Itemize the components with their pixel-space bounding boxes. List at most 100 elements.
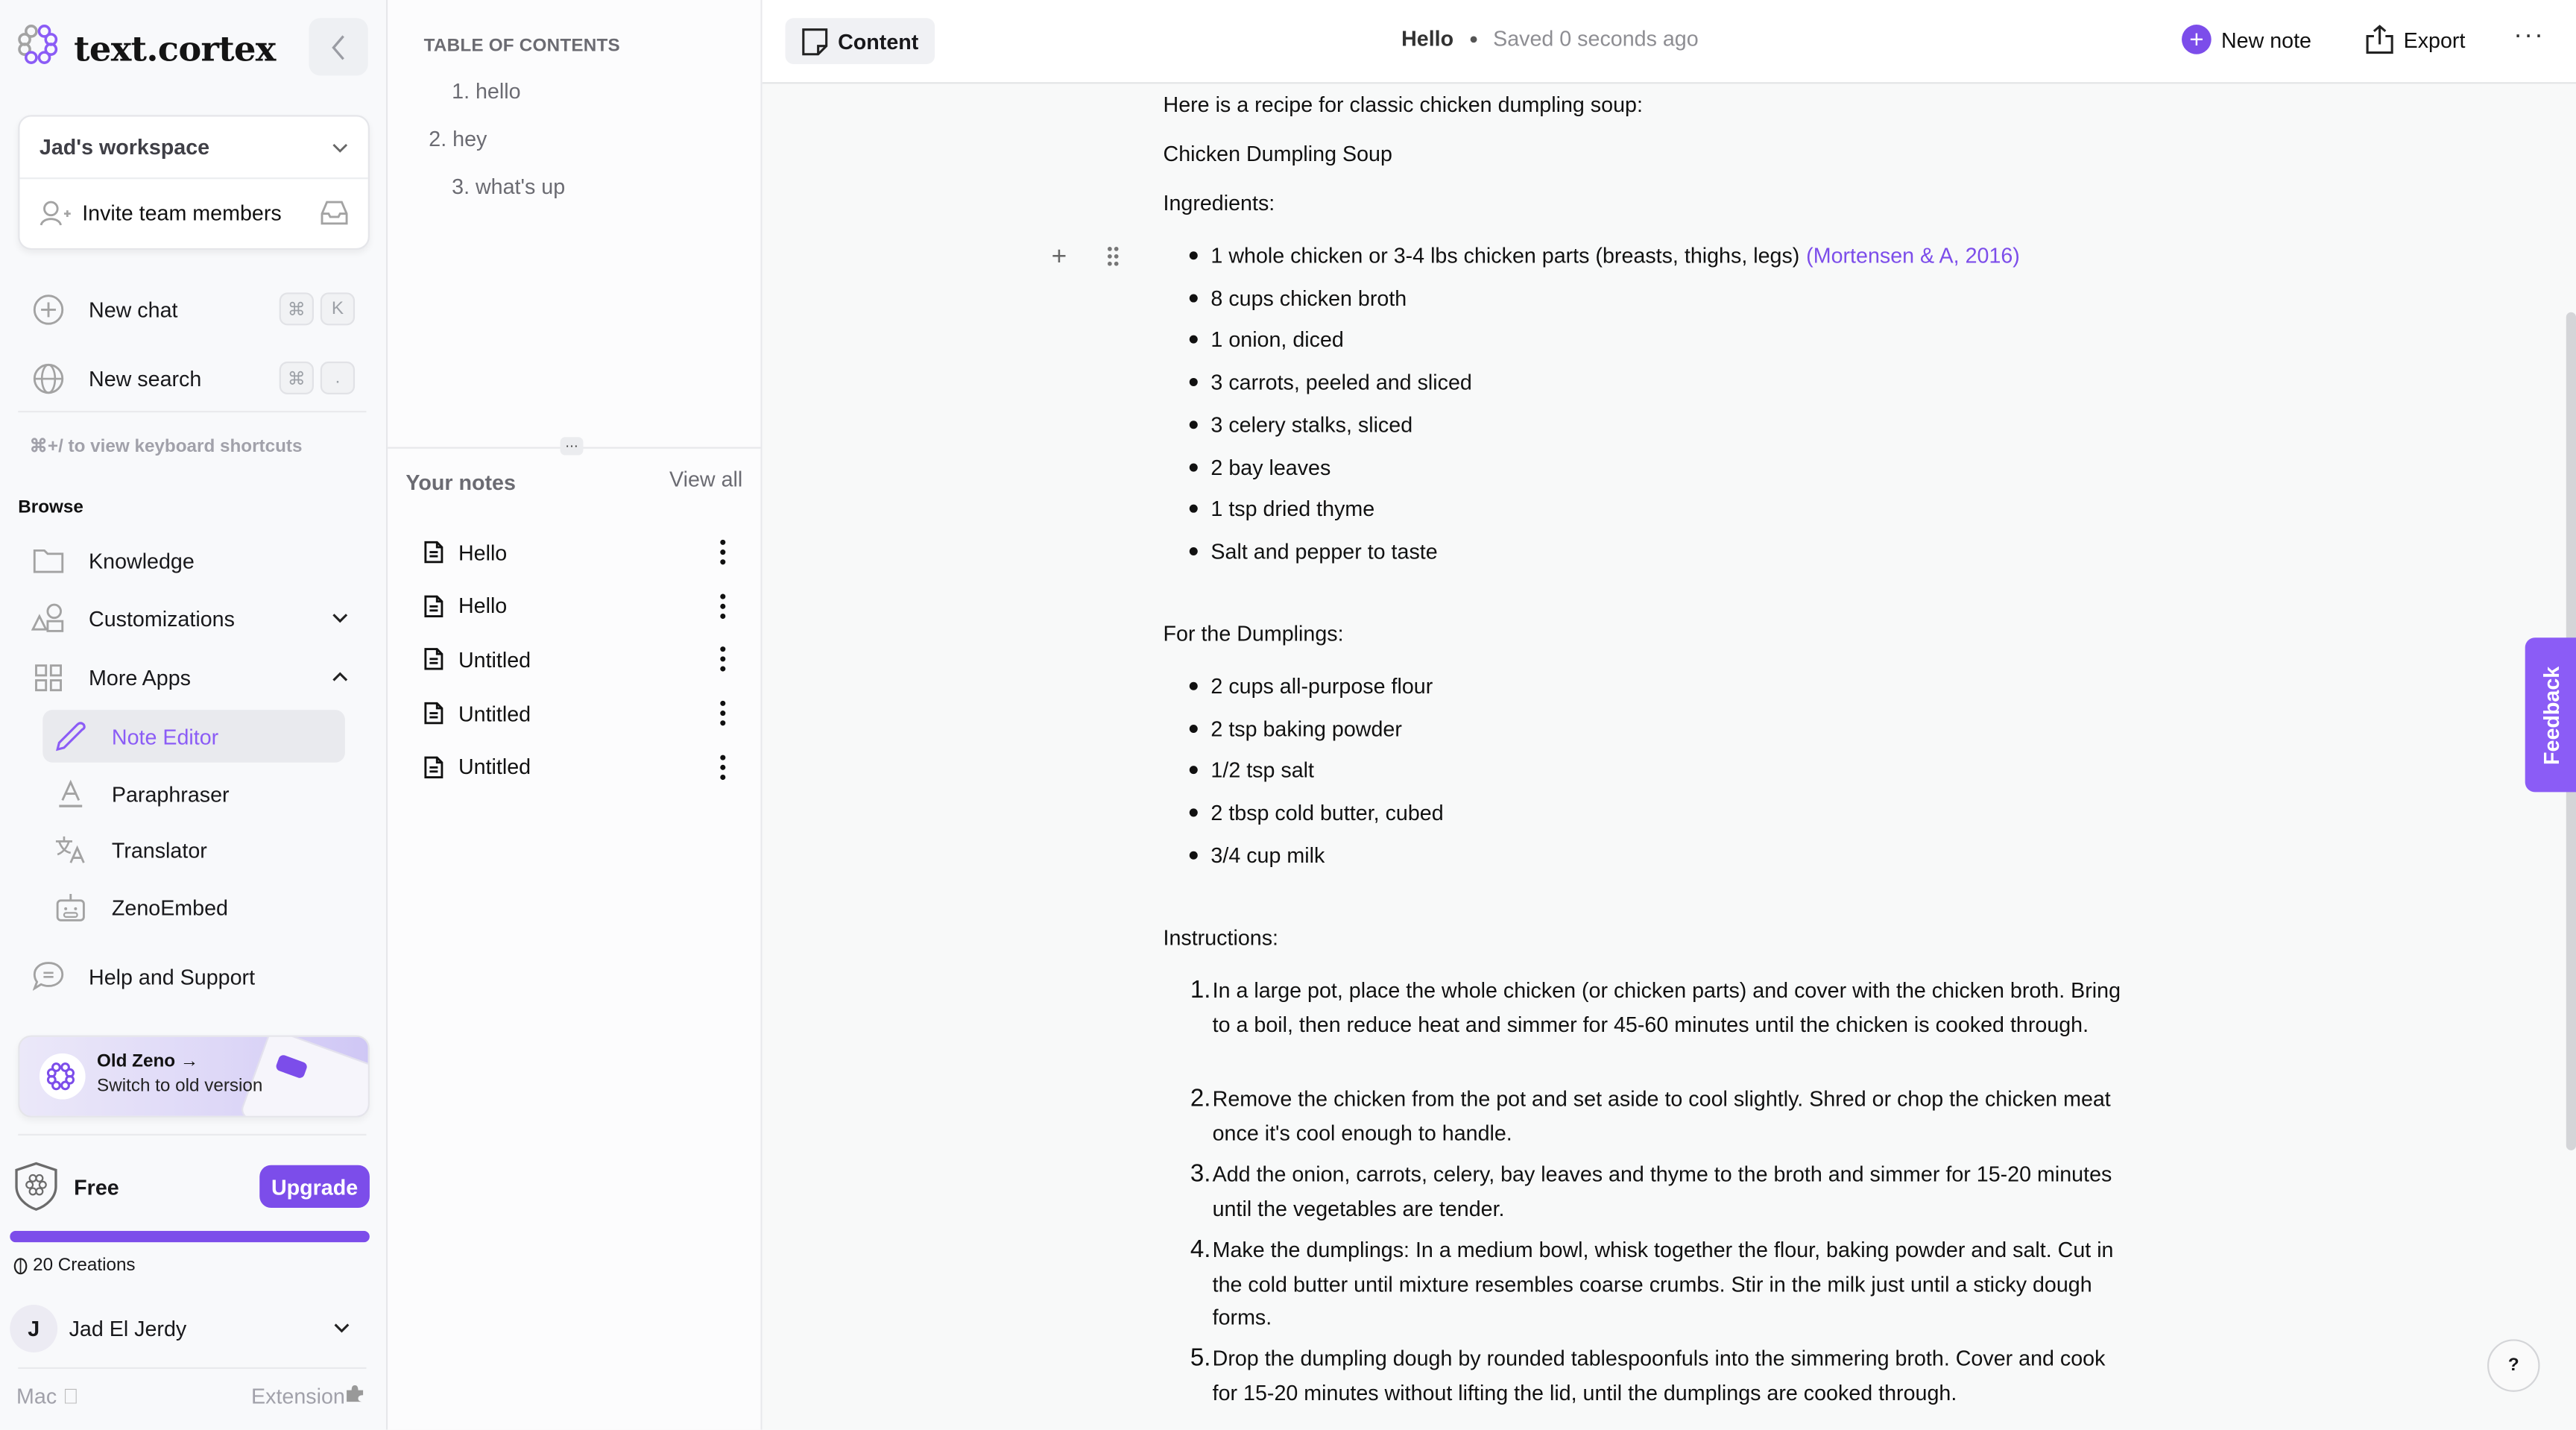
note-options-icon[interactable] [710,536,736,569]
dumpling-ingredient-item: 2 tbsp cold butter, cubed [1190,801,1443,825]
ingredient-item: 1 tsp dried thyme [1190,497,1374,521]
workspace-name: Jad's workspace [39,134,210,160]
plus-circle-icon [32,294,63,324]
kbd-period: . [320,361,356,394]
help-label: Help and Support [89,963,256,989]
note-options-icon[interactable] [710,590,736,623]
text-a-icon [59,779,83,807]
note-title: Untitled [458,701,531,726]
save-status: Saved 0 seconds ago [1493,26,1699,51]
brand-logo[interactable]: text.cortex [16,23,276,74]
dumpling-ingredient-item: 2 tsp baking powder [1190,716,1401,740]
old-zeno-banner[interactable]: Old Zeno → Switch to old version [18,1035,370,1118]
new-note-button[interactable]: + New note [2182,25,2311,54]
resize-handle[interactable]: ⋯ [560,437,584,456]
sidebar-item-label: Paraphraser [111,781,230,807]
new-chat-label: New chat [89,296,178,321]
new-chat-button[interactable]: New chat ⌘ K [30,286,359,333]
sidebar-item-paraphraser[interactable]: Paraphraser [42,767,345,820]
ingredient-text: 3 celery stalks, sliced [1210,412,1413,437]
sidebar-item-note-editor[interactable]: Note Editor [42,710,345,763]
sidebar-item-translator[interactable]: Translator [42,823,345,876]
export-button[interactable]: Export [2366,25,2465,54]
instruction-step: 4. Make the dumplings: In a medium bowl, … [1164,1234,2133,1335]
sidebar-item-customizations[interactable]: Customizations [30,595,359,641]
document-title[interactable]: Hello [1401,26,1453,51]
workspace-selector[interactable]: Jad's workspace [19,116,368,180]
editor-area: Content Hello Saved 0 seconds ago + New … [762,0,2576,1430]
sidebar-item-zenoembed[interactable]: ZenoEmbed [42,881,345,933]
dumplings-heading: For the Dumplings: [1163,621,1344,646]
extension-link[interactable]: Extension [251,1384,364,1408]
ingredient-item: 1 onion, diced [1190,327,1344,353]
more-options-icon[interactable]: ··· [2513,22,2545,51]
sidebar-item-more-apps[interactable]: More Apps [30,654,359,700]
invite-label: Invite team members [82,200,282,225]
toc-item[interactable]: 3. what's up [452,174,565,199]
feedback-tab[interactable]: Feedback [2525,637,2576,793]
note-title: Untitled [458,647,531,673]
credits-label: 20 Creations [33,1255,136,1276]
toc-item[interactable]: 2. hey [429,127,487,151]
puzzle-icon [347,1385,364,1402]
view-all-link[interactable]: View all [669,467,742,491]
note-options-icon[interactable] [710,697,736,730]
ingredient-text: 1 onion, diced [1210,327,1344,353]
help-button[interactable]: ? [2487,1339,2540,1392]
note-options-icon[interactable] [710,751,736,784]
paragraph-intro: Here is a recipe for classic chicken dum… [1163,92,1643,117]
note-list-item[interactable]: Untitled [424,638,736,681]
help-and-support-button[interactable]: Help and Support [30,953,359,999]
ingredient-text: 1/2 tsp salt [1210,757,1315,784]
upgrade-button[interactable]: Upgrade [259,1165,370,1209]
note-title: Untitled [458,755,531,780]
zeno-logo-icon [39,1053,86,1100]
invite-team-members-button[interactable]: Invite team members [19,179,367,246]
step-text: Drop the dumpling dough by rounded table… [1212,1346,2106,1405]
user-menu[interactable]: J Jad El Jerdy [10,1302,370,1355]
old-zeno-subtitle: Switch to old version [97,1076,263,1097]
chevron-down-icon [334,1323,350,1333]
new-search-button[interactable]: New search ⌘. [30,355,359,401]
chat-bubble-icon [31,962,63,991]
instruction-step: 1. In a large pot, place the whole chicke… [1164,974,2133,1042]
collapse-sidebar-button[interactable] [309,18,368,76]
share-export-icon [2366,25,2393,54]
chevron-up-icon [332,672,348,681]
citation-link[interactable]: (Mortensen & A, 2016) [1806,243,2020,268]
sidebar-item-knowledge[interactable]: Knowledge [30,538,359,584]
chevron-left-icon [332,34,344,60]
note-list-item[interactable]: Untitled [424,746,736,788]
toc-item[interactable]: 1. hello [452,79,520,104]
tab-content[interactable]: Content [785,18,935,64]
inbox-icon[interactable] [321,201,348,225]
note-list-item[interactable]: Hello [424,531,736,573]
note-options-icon[interactable] [710,643,736,676]
chevron-down-icon [332,614,348,623]
drag-handle-icon[interactable] [1108,247,1119,266]
notes-heading: Your notes [405,470,516,495]
ingredient-item: 2 bay leaves [1190,454,1330,479]
sidebar: text.cortex Jad's workspace Invite team … [0,0,388,1430]
tab-content-label: Content [838,28,919,54]
ingredient-text: 2 cups all-purpose flour [1210,673,1433,699]
step-number: 4. [1190,1235,1211,1264]
extension-label: Extension [251,1383,345,1408]
ingredient-item: Salt and pepper to taste [1190,539,1437,564]
note-list-item[interactable]: Untitled [424,692,736,734]
robot-icon [56,894,85,922]
editor-toolbar: Content Hello Saved 0 seconds ago + New … [762,0,2576,84]
ingredient-text: 3 carrots, peeled and sliced [1210,370,1472,395]
divider [18,411,367,413]
dumpling-ingredient-item: 2 cups all-purpose flour [1190,674,1433,699]
step-text: Make the dumplings: In a medium bowl, wh… [1212,1237,2114,1330]
note-list-item[interactable]: Hello [424,585,736,627]
divider [18,1367,367,1370]
textcortex-logo-icon [16,23,64,74]
mac-app-link[interactable]: Mac  [16,1384,79,1408]
add-block-icon[interactable]: + [1052,243,1067,273]
apple-icon:  [63,1384,78,1408]
sidebar-item-label: Customizations [89,605,235,631]
usage-progress-fill [10,1230,370,1243]
instructions-heading: Instructions: [1163,925,1278,950]
